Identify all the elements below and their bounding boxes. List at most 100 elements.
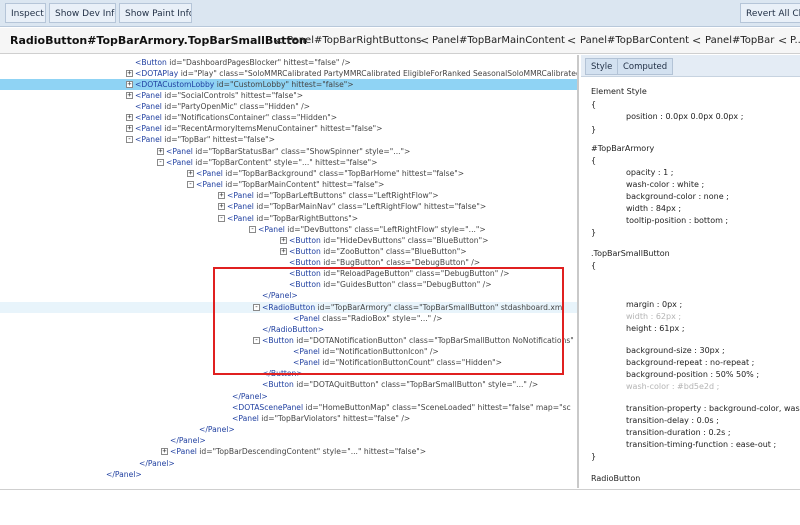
tree-node-text: </RadioButton> — [262, 325, 325, 334]
tree-node[interactable]: + <DOTAPlay id="Play" class="SoloMMRCalib… — [0, 68, 577, 79]
tree-node[interactable]: <Panel id="NotificationButtonIcon" /> — [0, 346, 577, 357]
expand-icon[interactable]: + — [280, 248, 287, 255]
tree-node[interactable]: <Panel id="NotificationButtonCount" clas… — [0, 357, 577, 368]
style-tabs: Style Computed — [581, 55, 800, 77]
inspect-button[interactable]: Inspect — [5, 3, 46, 23]
tree-node[interactable]: - <Panel id="TopBar" hittest="false"> — [0, 134, 577, 145]
collapse-icon[interactable]: - — [187, 181, 194, 188]
style-brace: } — [591, 228, 597, 237]
expand-icon[interactable]: + — [126, 70, 133, 77]
style-selector[interactable]: Element Style — [591, 86, 647, 97]
tree-node[interactable]: + <Panel id="TopBarMainNav" class="LeftRi… — [0, 201, 577, 212]
tree-node[interactable]: </Panel> — [0, 435, 577, 446]
breadcrumb-item[interactable]: P... — [790, 35, 800, 46]
style-property[interactable]: width : 62px ; — [626, 311, 681, 322]
tree-node[interactable]: </Panel> — [0, 290, 577, 301]
breadcrumb-item[interactable]: Panel#TopBarMainContent — [432, 35, 565, 46]
collapse-icon[interactable]: - — [157, 159, 164, 166]
tree-node[interactable]: + <Button id="ZooButton" class="BlueButto… — [0, 246, 577, 257]
style-property[interactable]: background-size : 30px ; — [626, 345, 725, 356]
tree-node[interactable]: </Button> — [0, 368, 577, 379]
expand-icon[interactable]: + — [187, 170, 194, 177]
collapse-icon[interactable]: - — [253, 337, 260, 344]
expand-icon[interactable]: + — [280, 237, 287, 244]
breadcrumb-item[interactable]: Panel#TopBar — [705, 35, 774, 46]
tree-node[interactable]: </Panel> — [0, 391, 577, 402]
collapse-icon[interactable]: - — [249, 226, 256, 233]
tree-node[interactable]: </Panel> — [0, 469, 577, 480]
tree-node[interactable]: <Button id="GuidesButton" class="DebugBu… — [0, 279, 577, 290]
collapse-icon[interactable]: - — [126, 136, 133, 143]
expand-icon[interactable]: + — [218, 192, 225, 199]
tree-node[interactable]: </Panel> — [0, 424, 577, 435]
expand-icon[interactable]: + — [126, 81, 133, 88]
tree-node-text: </Panel> — [170, 436, 206, 445]
style-property[interactable]: wash-color : white ; — [626, 179, 704, 190]
style-selector[interactable]: RadioButton — [591, 473, 640, 484]
style-selector[interactable]: .TopBarSmallButton — [591, 248, 670, 259]
tree-node[interactable]: + <Panel id="TopBarStatusBar" class="Show… — [0, 146, 577, 157]
tree-node[interactable]: + <DOTACustomLobby id="CustomLobby" hitte… — [0, 79, 577, 90]
style-property[interactable]: position : 0.0px 0.0px 0.0px ; — [626, 111, 743, 122]
breadcrumb-current[interactable]: RadioButton#TopBarArmory.TopBarSmallButt… — [10, 34, 307, 47]
tree-node[interactable]: + <Panel id="TopBarDescendingContent" sty… — [0, 446, 577, 457]
tree-node[interactable]: - <Button id="DOTANotificationButton" cla… — [0, 335, 577, 346]
tree-node[interactable]: <Button id="DashboardPagesBlocker" hitte… — [0, 57, 577, 68]
tree-node-text: <Panel id="TopBarDescendingContent" styl… — [170, 447, 427, 456]
style-property[interactable]: transition-timing-function : ease-out ; — [626, 439, 776, 450]
tree-node[interactable]: <Button id="DOTAQuitButton" class="TopBa… — [0, 379, 577, 390]
tab-style[interactable]: Style — [585, 58, 619, 75]
tree-node[interactable]: - <RadioButton id="TopBarArmory" class="T… — [0, 302, 577, 313]
style-property[interactable]: transition-property : background-color, … — [626, 403, 800, 414]
tree-node[interactable]: - <Panel id="TopBarContent" style="..." h… — [0, 157, 577, 168]
tree-node-text: <Panel id="DevButtons" class="LeftRightF… — [258, 225, 486, 234]
tree-node[interactable]: + <Panel id="RecentArmoryItemsMenuContain… — [0, 123, 577, 134]
expand-icon[interactable]: + — [126, 114, 133, 121]
style-property[interactable]: height : 61px ; — [626, 323, 685, 334]
style-property[interactable]: width : 84px ; — [626, 203, 681, 214]
style-brace: { — [591, 261, 597, 270]
tree-node[interactable]: + <Panel id="TopBarBackground" class="Top… — [0, 168, 577, 179]
tree-node[interactable]: + <Panel id="NotificationsContainer" clas… — [0, 112, 577, 123]
collapse-icon[interactable]: - — [218, 215, 225, 222]
tree-node[interactable]: <Panel id="TopBarViolators" hittest="fal… — [0, 413, 577, 424]
style-property[interactable]: tooltip-position : bottom ; — [626, 215, 728, 226]
tree-node[interactable]: </RadioButton> — [0, 324, 577, 335]
style-property[interactable]: background-repeat : no-repeat ; — [626, 357, 754, 368]
expand-icon[interactable]: + — [157, 148, 164, 155]
tree-node-text: <Panel id="TopBarLeftButtons" class="Lef… — [227, 191, 439, 200]
show-dev-info-button[interactable]: Show Dev Info — [49, 3, 116, 23]
tree-node[interactable]: <Panel class="RadioBox" style="..." /> — [0, 313, 577, 324]
breadcrumb-item[interactable]: Panel#TopBarContent — [580, 35, 689, 46]
tree-node[interactable]: <Button id="BugButton" class="DebugButto… — [0, 257, 577, 268]
expand-icon[interactable]: + — [126, 92, 133, 99]
expand-icon[interactable]: + — [126, 125, 133, 132]
style-property[interactable]: background-color : none ; — [626, 191, 729, 202]
tree-node-text: <RadioButton id="TopBarArmory" class="To… — [262, 303, 565, 312]
collapse-icon[interactable]: - — [253, 304, 260, 311]
expand-icon[interactable]: + — [161, 448, 168, 455]
style-property[interactable]: background-position : 50% 50% ; — [626, 369, 759, 380]
tree-node[interactable]: <DOTAScenePanel id="HomeButtonMap" class… — [0, 402, 577, 413]
tree-node[interactable]: - <Panel id="TopBarRightButtons"> — [0, 213, 577, 224]
breadcrumb-item[interactable]: Panel#TopBarRightButtons — [287, 35, 421, 46]
style-property[interactable]: transition-delay : 0.0s ; — [626, 415, 719, 426]
style-property[interactable]: opacity : 1 ; — [626, 167, 673, 178]
tree-node[interactable]: <Panel id="PartyOpenMic" class="Hidden" … — [0, 101, 577, 112]
tree-node[interactable]: + <Panel id="TopBarLeftButtons" class="Le… — [0, 190, 577, 201]
tree-node[interactable]: - <Panel id="TopBarMainContent" hittest="… — [0, 179, 577, 190]
tab-computed[interactable]: Computed — [617, 58, 674, 75]
tree-node[interactable]: + <Button id="HideDevButtons" class="Blue… — [0, 235, 577, 246]
style-selector[interactable]: #TopBarArmory — [591, 143, 654, 154]
element-tree: <Button id="DashboardPagesBlocker" hitte… — [0, 55, 579, 488]
style-property[interactable]: margin : 0px ; — [626, 299, 682, 310]
revert-all-changes-button[interactable]: Revert All Changes — [740, 3, 800, 23]
show-paint-info-button[interactable]: Show Paint Info — [119, 3, 192, 23]
tree-node[interactable]: <Button id="ReloadPageButton" class="Deb… — [0, 268, 577, 279]
style-property[interactable]: wash-color : #bd5e2d ; — [626, 381, 719, 392]
expand-icon[interactable]: + — [218, 203, 225, 210]
tree-node[interactable]: + <Panel id="SocialControls" hittest="fal… — [0, 90, 577, 101]
tree-node[interactable]: - <Panel id="DevButtons" class="LeftRight… — [0, 224, 577, 235]
tree-node[interactable]: </Panel> — [0, 458, 577, 469]
style-property[interactable]: transition-duration : 0.2s ; — [626, 427, 731, 438]
